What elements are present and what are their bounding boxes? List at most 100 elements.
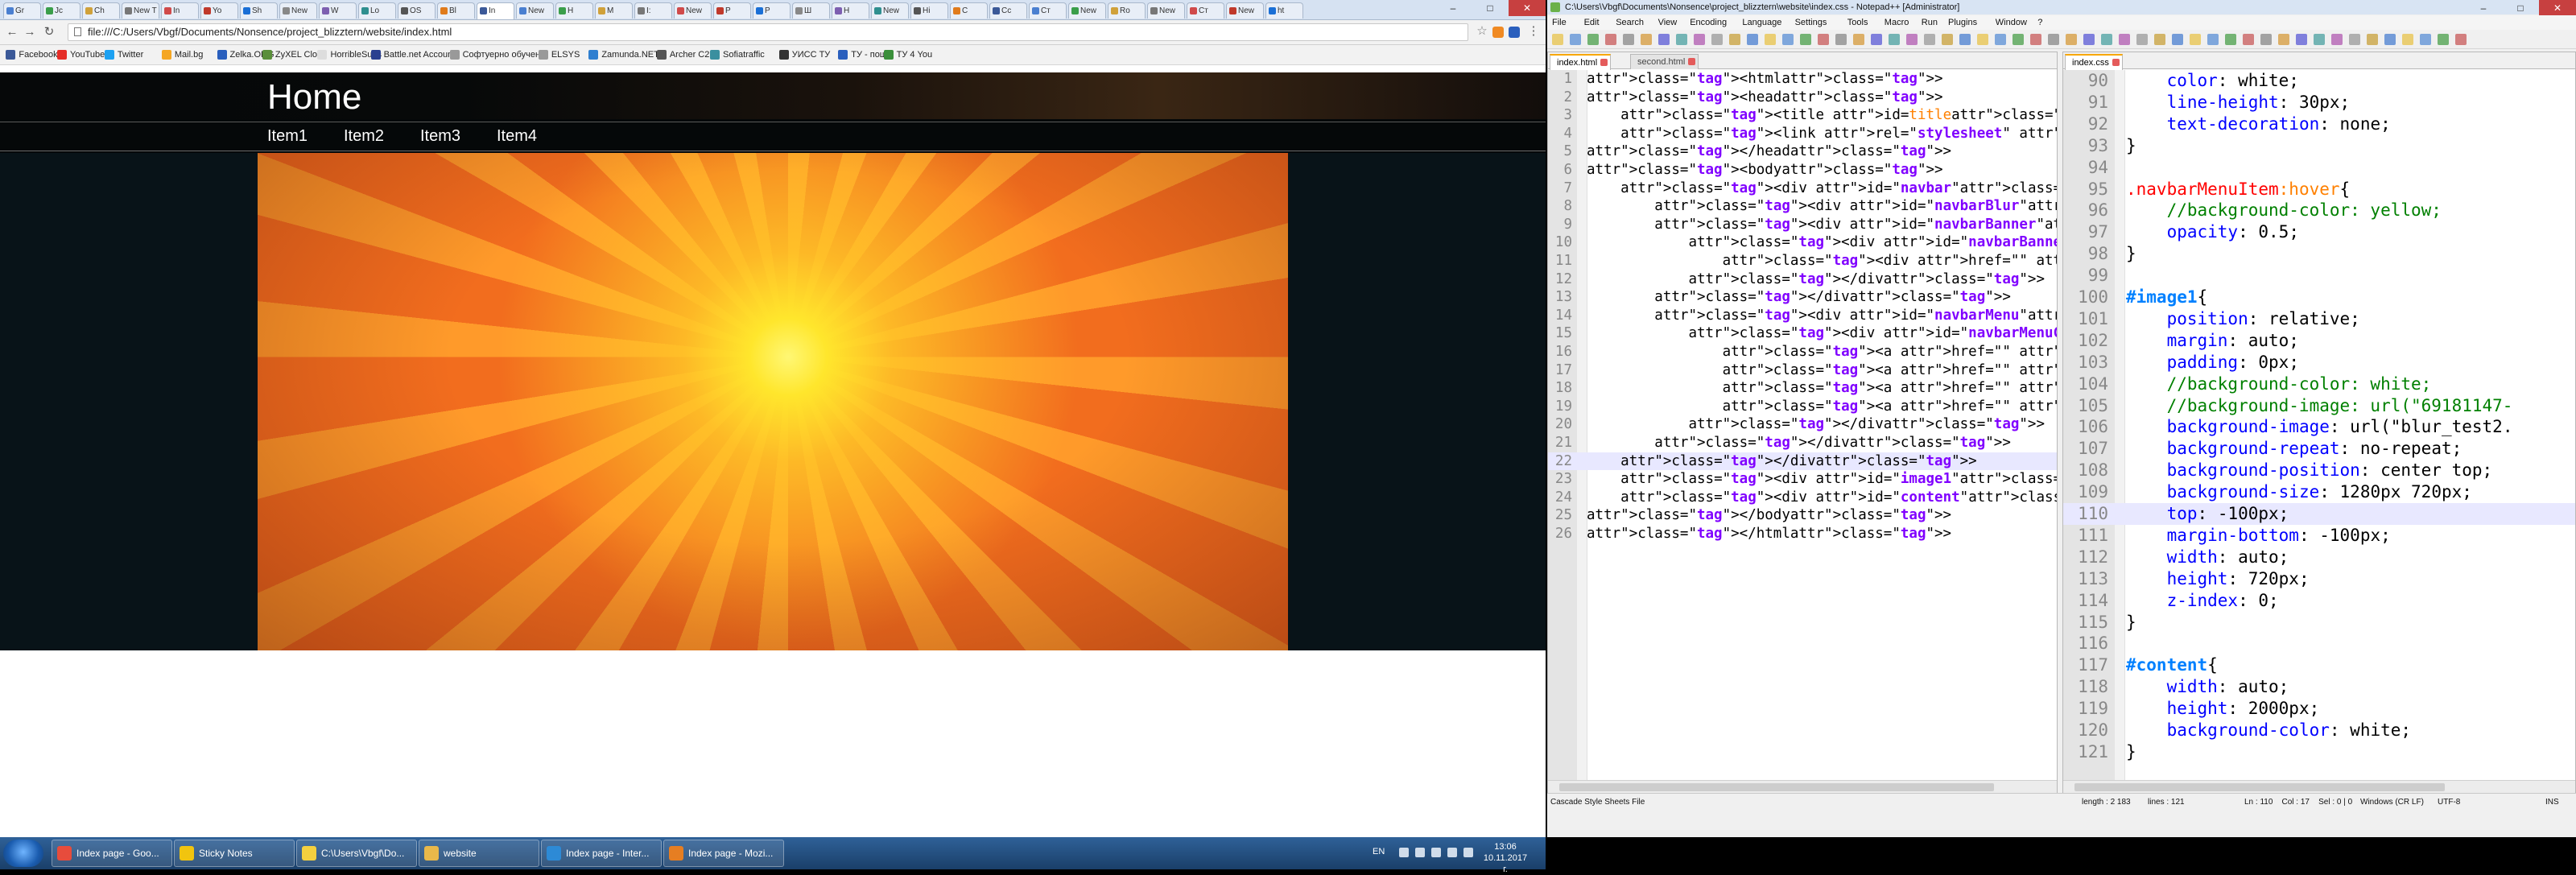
toolbar-button-icon[interactable] — [2438, 34, 2449, 45]
browser-tab[interactable]: P — [753, 2, 791, 19]
browser-tab[interactable]: Ш — [792, 2, 830, 19]
browser-tab[interactable]: Bl — [437, 2, 475, 19]
toolbar-button-icon[interactable] — [2402, 34, 2413, 45]
code-line[interactable]: 19 attr">class="tag"><a attr">href="" at… — [1548, 398, 2057, 416]
bookmark-item[interactable]: Mail.bg — [161, 48, 203, 61]
code-line[interactable]: 97 opacity: 0.5; — [2063, 221, 2575, 243]
toolbar-button-icon[interactable] — [1853, 34, 1864, 45]
browser-tab[interactable]: New — [516, 2, 554, 19]
code-line[interactable]: 13 attr">class="tag"></divattr">class="t… — [1548, 288, 2057, 307]
minimize-button[interactable]: – — [1435, 0, 1472, 16]
code-line[interactable]: 116 — [2063, 633, 2575, 654]
code-line[interactable]: 17 attr">class="tag"><a attr">href="" at… — [1548, 361, 2057, 380]
code-line[interactable]: 93} — [2063, 135, 2575, 157]
browser-tab[interactable]: Sh — [240, 2, 278, 19]
toolbar-button-icon[interactable] — [1800, 34, 1811, 45]
close-tab-icon[interactable] — [1688, 58, 1696, 65]
code-line[interactable]: 118 width: auto; — [2063, 676, 2575, 698]
code-line[interactable]: 110 top: -100px; — [2063, 503, 2575, 525]
back-arrow-icon[interactable]: ← — [5, 25, 19, 39]
code-line[interactable]: 101 position: relative; — [2063, 308, 2575, 330]
code-line[interactable]: 24 attr">class="tag"><div attr">id="cont… — [1548, 489, 2057, 507]
code-line[interactable]: 12 attr">class="tag"></divattr">class="t… — [1548, 270, 2057, 289]
toolbar-button-icon[interactable] — [2225, 34, 2236, 45]
browser-tab[interactable]: W — [319, 2, 357, 19]
toolbar-button-icon[interactable] — [2013, 34, 2024, 45]
browser-tab[interactable]: Ro — [1108, 2, 1146, 19]
scroll-thumb[interactable] — [1559, 783, 1994, 791]
toolbar-button-icon[interactable] — [2101, 34, 2112, 45]
code-line[interactable]: 121} — [2063, 741, 2575, 763]
toolbar-button-icon[interactable] — [1623, 34, 1634, 45]
browser-tab[interactable]: Ст — [1187, 2, 1224, 19]
volume-icon[interactable] — [1447, 848, 1457, 857]
npp-menu-item[interactable]: Window — [1996, 15, 2027, 30]
code-view-html[interactable]: 1 attr">class="tag"><htmlattr">class="tag… — [1548, 70, 2057, 780]
browser-tab[interactable]: New — [279, 2, 317, 19]
toolbar-button-icon[interactable] — [1676, 34, 1687, 45]
code-line[interactable]: 26 attr">class="tag"></htmlattr">class="t… — [1548, 525, 2057, 543]
code-line[interactable]: 102 margin: auto; — [2063, 330, 2575, 352]
toolbar-button-icon[interactable] — [2154, 34, 2165, 45]
maximize-button[interactable]: □ — [1472, 0, 1509, 16]
bookmark-item[interactable]: YouTube — [57, 48, 105, 61]
browser-tab[interactable]: Сс — [989, 2, 1027, 19]
toolbar-button-icon[interactable] — [2384, 34, 2396, 45]
file-tab[interactable]: second.html — [1630, 54, 1699, 69]
toolbar-button-icon[interactable] — [2048, 34, 2059, 45]
browser-tab[interactable]: M — [595, 2, 633, 19]
browser-tab[interactable]: New — [1068, 2, 1106, 19]
toolbar-button-icon[interactable] — [2420, 34, 2431, 45]
bookmark-item[interactable]: Sofiatraffic — [710, 48, 765, 61]
code-line[interactable]: 113 height: 720px; — [2063, 568, 2575, 590]
bookmark-item[interactable]: Battle.net Account — [370, 48, 455, 61]
code-line[interactable]: 14 attr">class="tag"><div attr">id="navb… — [1548, 307, 2057, 325]
code-line[interactable]: 103 padding: 0px; — [2063, 352, 2575, 374]
browser-tab[interactable]: Ch — [82, 2, 120, 19]
toolbar-button-icon[interactable] — [1587, 34, 1599, 45]
toolbar-button-icon[interactable] — [1641, 34, 1652, 45]
browser-tab[interactable]: Yo — [200, 2, 238, 19]
toolbar-button-icon[interactable] — [1729, 34, 1740, 45]
code-line[interactable]: 119 height: 2000px; — [2063, 698, 2575, 720]
npp-menu-item[interactable]: Tools — [1847, 15, 1868, 30]
toolbar-button-icon[interactable] — [1942, 34, 1953, 45]
browser-tab[interactable]: Lo — [358, 2, 396, 19]
toolbar-button-icon[interactable] — [2331, 34, 2343, 45]
code-line[interactable]: 15 attr">class="tag"><div attr">id="navb… — [1548, 324, 2057, 343]
code-line[interactable]: 115} — [2063, 612, 2575, 634]
code-line[interactable]: 23 attr">class="tag"><div attr">id="imag… — [1548, 470, 2057, 489]
toolbar-button-icon[interactable] — [1747, 34, 1758, 45]
code-line[interactable]: 120 background-color: white; — [2063, 720, 2575, 741]
taskbar-button[interactable]: website — [419, 840, 539, 867]
npp-menu-item[interactable]: Run — [1922, 15, 1938, 30]
code-view-css[interactable]: 90 color: white; 91 line-height: 30px; 92 … — [2063, 70, 2575, 780]
browser-tab[interactable]: OS — [398, 2, 436, 19]
maximize-button[interactable]: □ — [2502, 0, 2539, 16]
toolbar-button-icon[interactable] — [2455, 34, 2467, 45]
code-line[interactable]: 10 attr">class="tag"><div attr">id="navb… — [1548, 233, 2057, 252]
code-line[interactable]: 92 text-decoration: none; — [2063, 114, 2575, 135]
code-line[interactable]: 104 //background-color: white; — [2063, 374, 2575, 395]
code-line[interactable]: 117 #content{ — [2063, 654, 2575, 676]
toolbar-button-icon[interactable] — [1765, 34, 1776, 45]
address-bar[interactable]: file:///C:/Users/Vbgf/Documents/Nonsence… — [68, 23, 1468, 41]
menu-item-3[interactable]: Item3 — [420, 126, 460, 147]
bookmark-item[interactable]: УИСС ТУ — [778, 48, 830, 61]
toolbar-button-icon[interactable] — [1605, 34, 1616, 45]
code-line[interactable]: 90 color: white; — [2063, 70, 2575, 92]
browser-tab[interactable]: H — [832, 2, 869, 19]
code-line[interactable]: 8 attr">class="tag"><div attr">id="navba… — [1548, 197, 2057, 216]
close-tab-icon[interactable] — [1600, 59, 1608, 66]
toolbar-button-icon[interactable] — [1959, 34, 1971, 45]
npp-menu-item[interactable]: Macro — [1885, 15, 1909, 30]
code-line[interactable]: 100 #image1{ — [2063, 287, 2575, 308]
toolbar-button-icon[interactable] — [1694, 34, 1705, 45]
close-button[interactable]: ✕ — [1509, 0, 1546, 16]
toolbar-button-icon[interactable] — [2083, 34, 2095, 45]
taskbar-button[interactable]: Sticky Notes — [174, 840, 295, 867]
close-button[interactable]: ✕ — [2539, 0, 2576, 16]
editor-pane-html[interactable]: index.html second.html 1 attr">class="tag"… — [1547, 52, 2058, 795]
power-icon[interactable] — [1463, 848, 1473, 857]
taskbar-button[interactable]: C:\Users\Vbgf\Do... — [296, 840, 417, 867]
